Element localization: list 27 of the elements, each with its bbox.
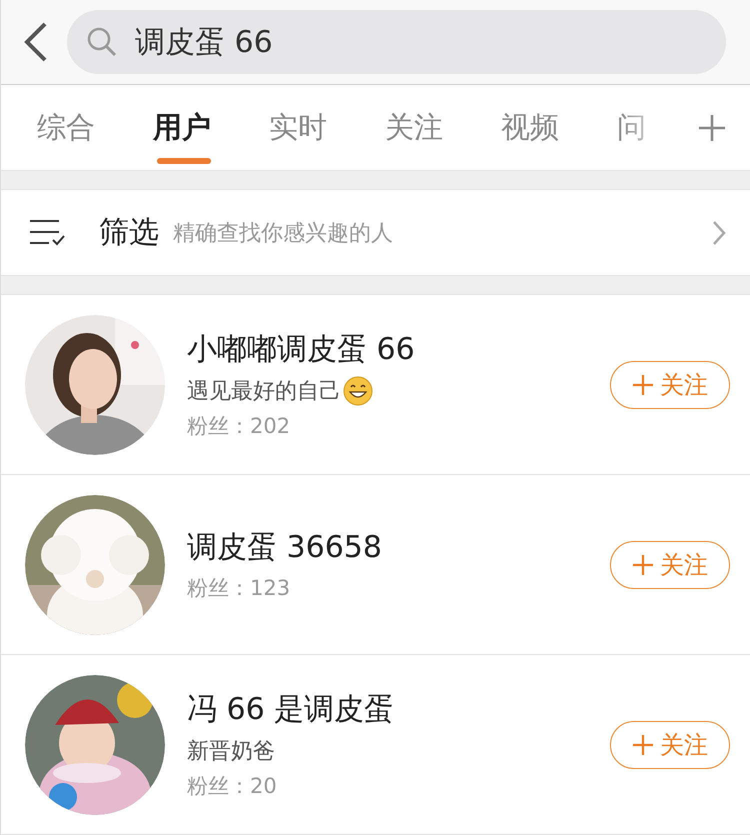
chevron-right-icon[interactable] (712, 220, 726, 246)
filter-hint: 精确查找你感兴趣的人 (173, 220, 394, 248)
plus-icon (632, 374, 654, 396)
user-name[interactable]: 调皮蛋 36658 (187, 527, 588, 568)
back-icon[interactable] (23, 22, 49, 62)
user-bio: 遇见最好的自己 (187, 378, 341, 406)
tab[interactable]: 用户 (153, 85, 269, 170)
plus-icon (632, 554, 654, 576)
tab[interactable]: 综合 (37, 85, 153, 170)
tab[interactable]: 关注 (385, 85, 501, 170)
tab[interactable]: 实时 (269, 85, 385, 170)
search-field[interactable]: 调皮蛋 66 (67, 10, 726, 74)
user-row[interactable]: 小嘟嘟调皮蛋 66 遇见最好的自己 粉丝：202 关注 (1, 295, 750, 475)
search-icon (87, 27, 117, 57)
user-row[interactable]: 调皮蛋 36658 粉丝：123 关注 (1, 475, 750, 655)
user-name[interactable]: 小嘟嘟调皮蛋 66 (187, 329, 588, 370)
add-icon[interactable] (698, 114, 726, 142)
user-row[interactable]: 冯 66 是调皮蛋 新晋奶爸 粉丝：20 关注 (1, 655, 750, 835)
filter-icon (29, 218, 65, 248)
user-name[interactable]: 冯 66 是调皮蛋 (187, 689, 588, 730)
user-bio: 新晋奶爸 (187, 738, 275, 766)
plus-icon (632, 734, 654, 756)
follower-count: 粉丝：123 (187, 575, 292, 602)
follower-count: 粉丝：202 (187, 413, 292, 440)
filter-label[interactable]: 筛选 (99, 212, 159, 253)
tab[interactable]: 视频 (501, 85, 617, 170)
follower-count: 粉丝：20 (187, 773, 278, 800)
